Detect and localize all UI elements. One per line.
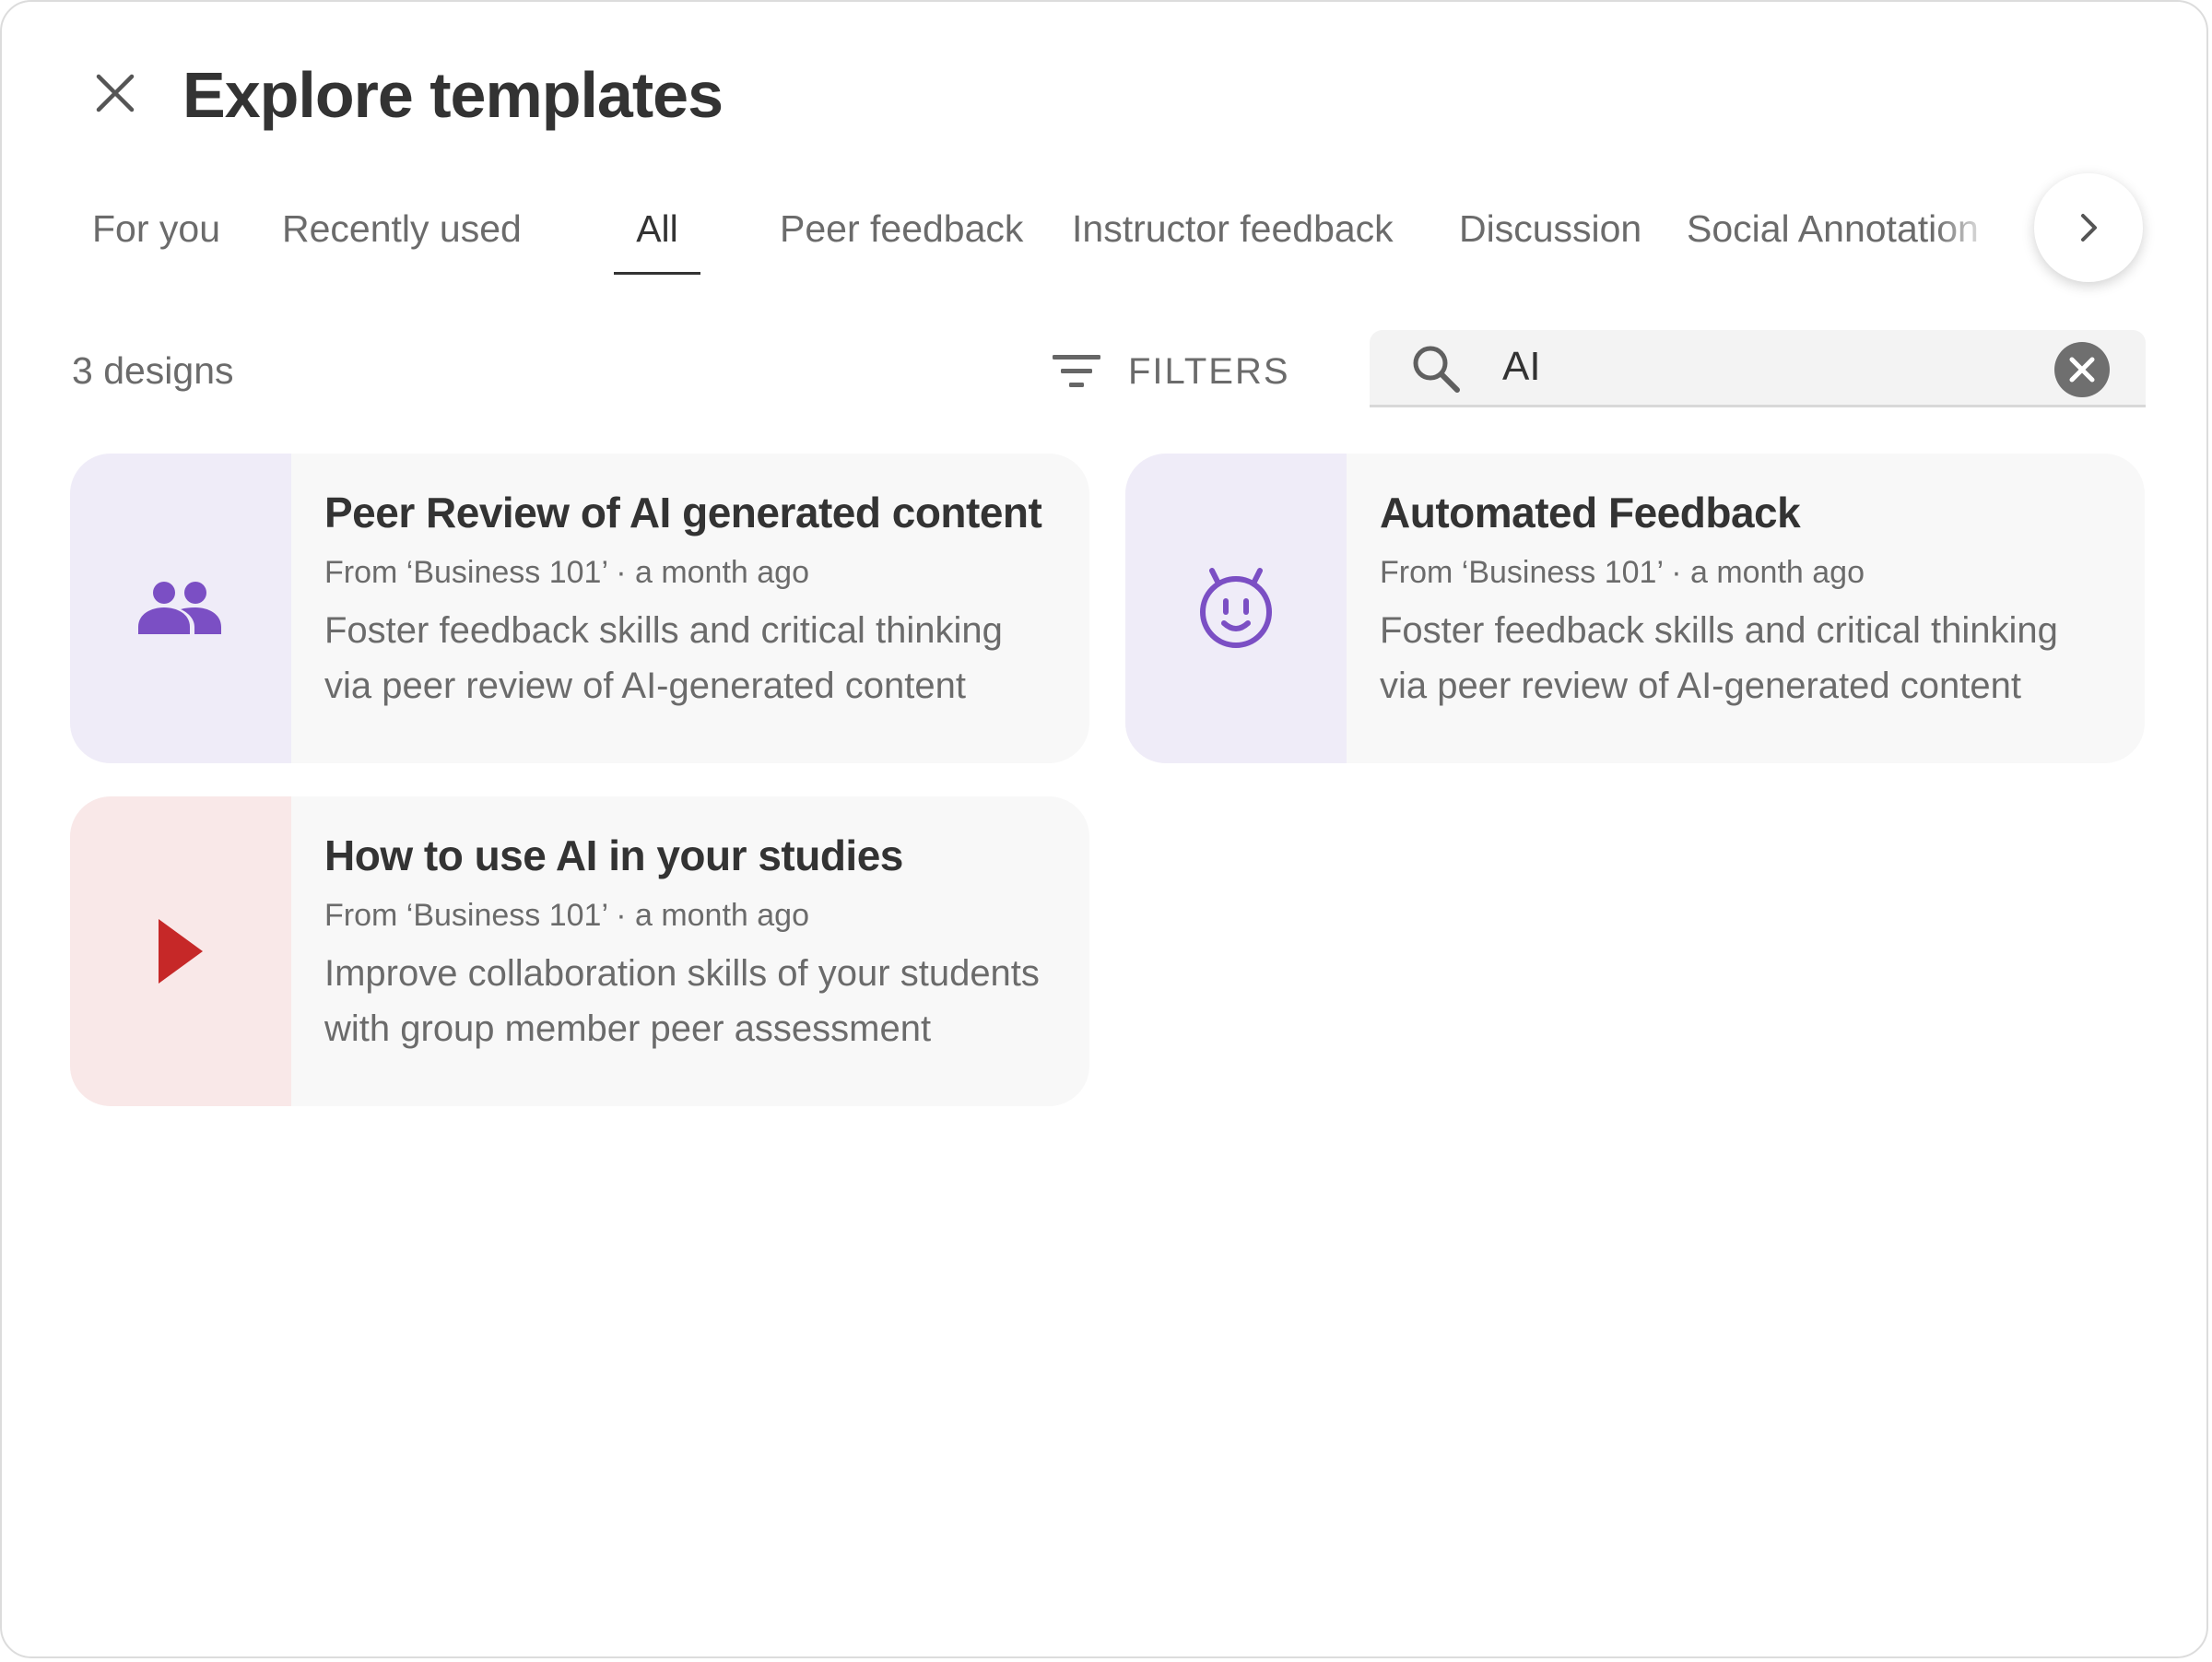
play-icon [159, 919, 203, 984]
template-source: From ‘Business 101’ · a month ago [324, 898, 809, 933]
tab-for-you[interactable]: For you [92, 186, 220, 275]
tab-social-annotation[interactable]: Social Annotation [1687, 186, 1979, 275]
explore-templates-dialog: Explore templates For you Recently used … [0, 0, 2208, 1658]
template-thumbnail [70, 454, 291, 763]
template-card[interactable]: Automated Feedback From ‘Business 101’ ·… [1125, 454, 2145, 763]
tab-discussion[interactable]: Discussion [1459, 186, 1641, 275]
search-field [1370, 330, 2146, 407]
template-thumbnail [1125, 454, 1347, 763]
filters-label: FILTERS [1128, 350, 1290, 392]
template-card[interactable]: How to use AI in your studies From ‘Busi… [70, 796, 1089, 1106]
clear-search-button[interactable] [2053, 341, 2111, 398]
template-thumbnail [70, 796, 291, 1106]
tab-peer-feedback[interactable]: Peer feedback [780, 186, 1023, 275]
category-tabs: For you Recently used All Peer feedback … [2, 186, 2030, 275]
template-title: How to use AI in your studies [324, 831, 903, 879]
results-count: 3 designs [72, 349, 234, 392]
filter-list-icon [1053, 355, 1100, 387]
template-card[interactable]: Peer Review of AI generated content From… [70, 454, 1089, 763]
template-source: From ‘Business 101’ · a month ago [324, 555, 809, 590]
group-icon [138, 582, 221, 634]
tabs-scroll-right-button[interactable] [2034, 173, 2143, 282]
template-description: Foster feedback skills and critical thin… [1380, 610, 2058, 706]
template-source: From ‘Business 101’ · a month ago [1380, 555, 1865, 590]
search-icon [1413, 346, 1460, 393]
tab-recently-used[interactable]: Recently used [282, 186, 522, 275]
page-title: Explore templates [182, 59, 724, 131]
robot-face-icon [1200, 568, 1272, 648]
chevron-right-icon [2081, 214, 2097, 242]
template-description: Improve collaboration skills of your stu… [324, 953, 1040, 1049]
filters-button[interactable]: FILTERS [1051, 339, 1290, 404]
tab-instructor-feedback[interactable]: Instructor feedback [1072, 186, 1394, 275]
template-title: Automated Feedback [1380, 489, 1801, 536]
search-input[interactable] [1502, 337, 2018, 396]
close-icon [96, 74, 135, 112]
close-button[interactable] [81, 59, 149, 127]
template-title: Peer Review of AI generated content [324, 489, 1042, 536]
tab-all[interactable]: All [614, 186, 700, 275]
template-description: Foster feedback skills and critical thin… [324, 610, 1003, 706]
